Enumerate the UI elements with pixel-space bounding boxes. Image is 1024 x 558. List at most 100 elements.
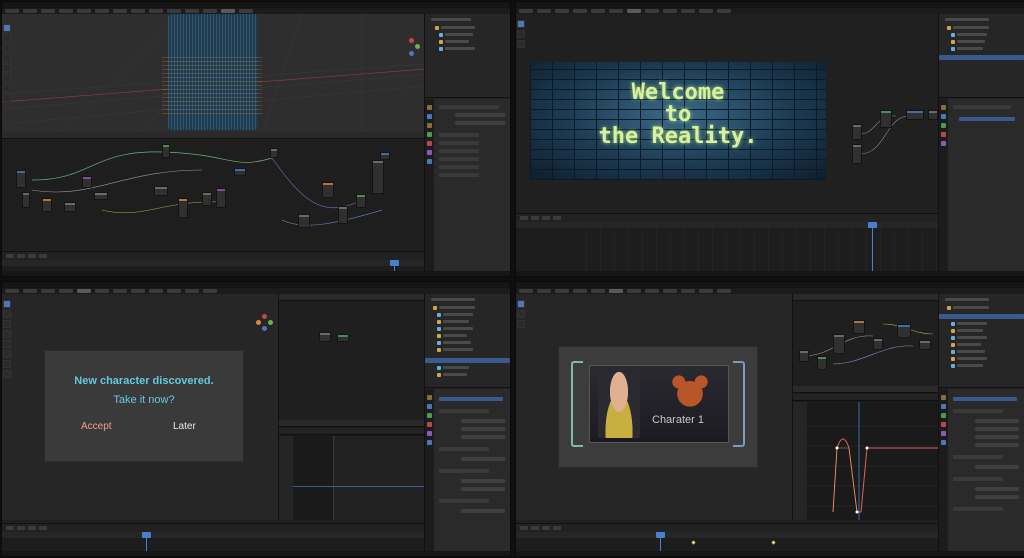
properties-editor[interactable] [939, 389, 1024, 551]
node-editor-header[interactable] [279, 294, 426, 301]
workspace-tab[interactable] [185, 289, 199, 293]
outliner-row[interactable] [945, 18, 989, 21]
3d-viewport[interactable]: Charater 1 [516, 294, 792, 520]
transform-tool-icon[interactable] [3, 350, 11, 358]
outliner[interactable] [939, 14, 1024, 98]
outliner-row[interactable] [439, 306, 475, 309]
workspace-tab-active[interactable] [221, 9, 235, 13]
outliner-row[interactable] [443, 313, 473, 316]
node[interactable] [22, 192, 30, 208]
outliner-row-selected[interactable] [425, 358, 510, 363]
node[interactable] [897, 324, 911, 338]
outliner-row[interactable] [445, 47, 475, 50]
timeline[interactable] [516, 523, 938, 551]
node-editor[interactable] [278, 294, 426, 420]
gizmo-z-icon[interactable] [262, 326, 267, 331]
workspace-tab[interactable] [239, 9, 253, 13]
modifier-tab-icon[interactable] [941, 440, 946, 445]
tool-tab-icon[interactable] [427, 395, 432, 400]
rotate-tool-icon[interactable] [3, 330, 11, 338]
gizmo-y-icon[interactable] [268, 320, 273, 325]
property-field[interactable] [461, 509, 505, 513]
workspace-tab[interactable] [113, 289, 127, 293]
workspace-tab[interactable] [681, 9, 695, 13]
keying-menu[interactable] [17, 254, 25, 258]
move-tool-icon[interactable] [3, 320, 11, 328]
node[interactable] [817, 356, 827, 370]
render-tab-icon[interactable] [941, 404, 946, 409]
menu-item[interactable] [23, 9, 37, 13]
graph-editor-header[interactable] [279, 420, 426, 427]
playhead[interactable] [394, 260, 395, 271]
node[interactable] [94, 192, 108, 200]
property-row[interactable] [953, 105, 1011, 109]
workspace-tab[interactable] [699, 9, 713, 13]
node[interactable] [64, 202, 76, 212]
workspace-tab[interactable] [131, 289, 145, 293]
tool-tab-icon[interactable] [941, 395, 946, 400]
node[interactable] [216, 188, 226, 208]
workspace-tab[interactable] [591, 9, 605, 13]
render-tab-icon[interactable] [427, 114, 432, 119]
3d-viewport[interactable] [2, 14, 426, 132]
property-row[interactable] [439, 165, 479, 169]
view-menu[interactable] [28, 254, 36, 258]
node[interactable] [852, 124, 862, 140]
graph-channel-list[interactable] [279, 436, 293, 520]
frame-ruler[interactable] [516, 532, 938, 538]
move-tool-icon[interactable] [3, 44, 11, 52]
outliner-row[interactable] [443, 327, 473, 330]
keyframe-marker[interactable] [691, 540, 696, 545]
properties-editor[interactable] [425, 389, 510, 551]
workspace-tab[interactable] [185, 9, 199, 13]
property-field[interactable] [975, 495, 1019, 499]
property-field[interactable] [455, 113, 505, 117]
node[interactable] [322, 182, 334, 198]
workspace-tab[interactable] [699, 289, 713, 293]
workspace-tab[interactable] [113, 9, 127, 13]
scene-tab-icon[interactable] [941, 123, 946, 128]
property-row[interactable] [953, 477, 1003, 481]
tool-tab-icon[interactable] [941, 105, 946, 110]
node[interactable] [799, 350, 809, 362]
graph-editor-subheader[interactable] [279, 428, 426, 435]
node[interactable] [338, 206, 348, 224]
outliner-row[interactable] [443, 373, 467, 376]
menu-item[interactable] [59, 289, 73, 293]
view-menu[interactable] [28, 526, 36, 530]
outliner-row[interactable] [957, 33, 987, 36]
property-row[interactable] [439, 499, 489, 503]
outliner-row[interactable] [443, 320, 469, 323]
node[interactable] [928, 110, 938, 120]
menu-item[interactable] [519, 9, 533, 13]
workspace-tab[interactable] [663, 289, 677, 293]
graph-editor[interactable] [278, 420, 426, 520]
workspace-tab[interactable] [77, 9, 91, 13]
property-field[interactable] [975, 419, 1019, 423]
outliner-row[interactable] [957, 329, 983, 332]
select-tool-icon[interactable] [517, 300, 525, 308]
world-tab-icon[interactable] [427, 422, 432, 427]
outliner-row[interactable] [953, 26, 989, 29]
menu-item[interactable] [573, 289, 587, 293]
menu-item[interactable] [23, 289, 37, 293]
node[interactable] [178, 198, 188, 218]
object-tab-icon[interactable] [427, 431, 432, 436]
scene-tab-icon[interactable] [427, 132, 432, 137]
workspace-tab-active[interactable] [77, 289, 91, 293]
workspace-tab[interactable] [149, 9, 163, 13]
outliner-row[interactable] [445, 40, 469, 43]
node[interactable] [356, 194, 366, 208]
node[interactable] [853, 320, 865, 334]
view-menu[interactable] [542, 526, 550, 530]
property-row[interactable] [439, 409, 489, 413]
marker-menu[interactable] [39, 526, 47, 530]
node[interactable] [154, 186, 168, 196]
menu-item[interactable] [555, 9, 569, 13]
keyframe-marker[interactable] [771, 540, 776, 545]
outliner-row[interactable] [953, 306, 989, 309]
workspace-tab[interactable] [95, 9, 109, 13]
node[interactable] [202, 192, 212, 206]
node[interactable] [906, 110, 924, 120]
3d-viewport[interactable]: Welcome to the Reality. [516, 14, 940, 210]
